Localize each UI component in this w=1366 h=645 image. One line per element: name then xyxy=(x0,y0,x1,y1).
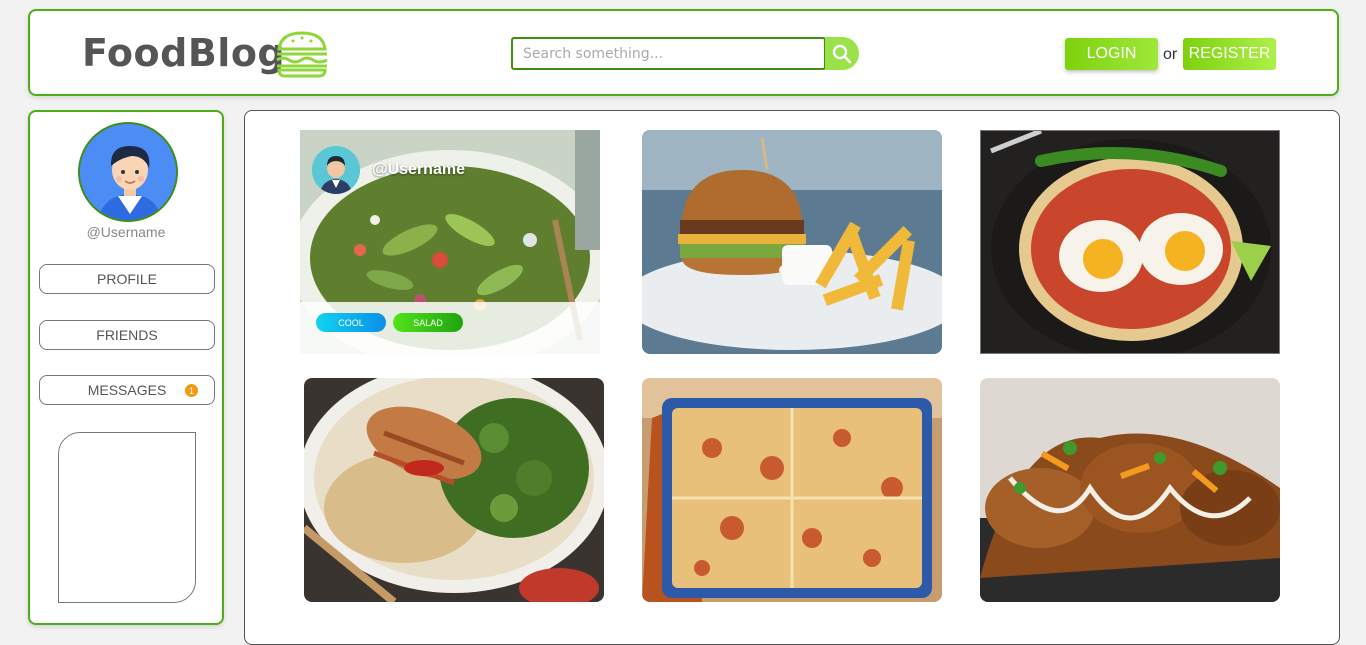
register-button[interactable]: REGISTER xyxy=(1183,38,1276,70)
post-card-chicken[interactable] xyxy=(304,378,604,602)
post-card-eggs[interactable] xyxy=(980,130,1280,354)
search-icon xyxy=(832,44,852,63)
post-card-salad[interactable]: @Username COOL SALAD xyxy=(300,130,600,354)
user-avatar-icon xyxy=(80,124,176,220)
user-avatar[interactable] xyxy=(78,122,178,222)
author-avatar-icon xyxy=(312,146,360,194)
profile-button-label: PROFILE xyxy=(97,271,157,287)
sidebar-widget-panel xyxy=(58,432,196,603)
messages-button[interactable]: MESSAGES 1 xyxy=(39,375,215,405)
post-author-avatar xyxy=(312,146,360,194)
chicken-rice-photo xyxy=(304,378,604,602)
profile-button[interactable]: PROFILE xyxy=(39,264,215,294)
friends-button[interactable]: FRIENDS xyxy=(39,320,215,350)
tag-salad[interactable]: SALAD xyxy=(393,313,463,332)
messages-count-badge: 1 xyxy=(185,384,198,397)
search-button[interactable] xyxy=(825,37,859,70)
post-tag-strip: COOL SALAD xyxy=(300,302,600,354)
burger-fries-photo xyxy=(642,130,942,354)
header-bar: FoodBlog LOGIN or REGISTER xyxy=(28,9,1339,96)
or-separator: or xyxy=(1163,46,1178,63)
friends-button-label: FRIENDS xyxy=(96,327,158,343)
post-card-lasagna[interactable] xyxy=(642,378,942,602)
post-card-loaded-fries[interactable] xyxy=(980,378,1280,602)
post-author[interactable]: @Username xyxy=(312,146,465,194)
sidebar-username: @Username xyxy=(86,224,166,240)
messages-button-label: MESSAGES xyxy=(87,382,167,398)
login-button[interactable]: LOGIN xyxy=(1065,38,1158,70)
loaded-fries-photo xyxy=(980,378,1280,602)
tag-cool[interactable]: COOL xyxy=(316,313,386,332)
post-author-username: @Username xyxy=(372,161,465,178)
feed-panel: @Username COOL SALAD xyxy=(244,110,1340,645)
search-input[interactable] xyxy=(511,37,826,70)
sidebar: @Username PROFILE FRIENDS MESSAGES 1 xyxy=(28,110,224,625)
burger-logo-icon xyxy=(276,31,328,78)
lasagna-photo xyxy=(642,378,942,602)
post-card-burger[interactable] xyxy=(642,130,942,354)
logo-text[interactable]: FoodBlog xyxy=(82,31,285,75)
fried-eggs-photo xyxy=(981,131,1279,353)
